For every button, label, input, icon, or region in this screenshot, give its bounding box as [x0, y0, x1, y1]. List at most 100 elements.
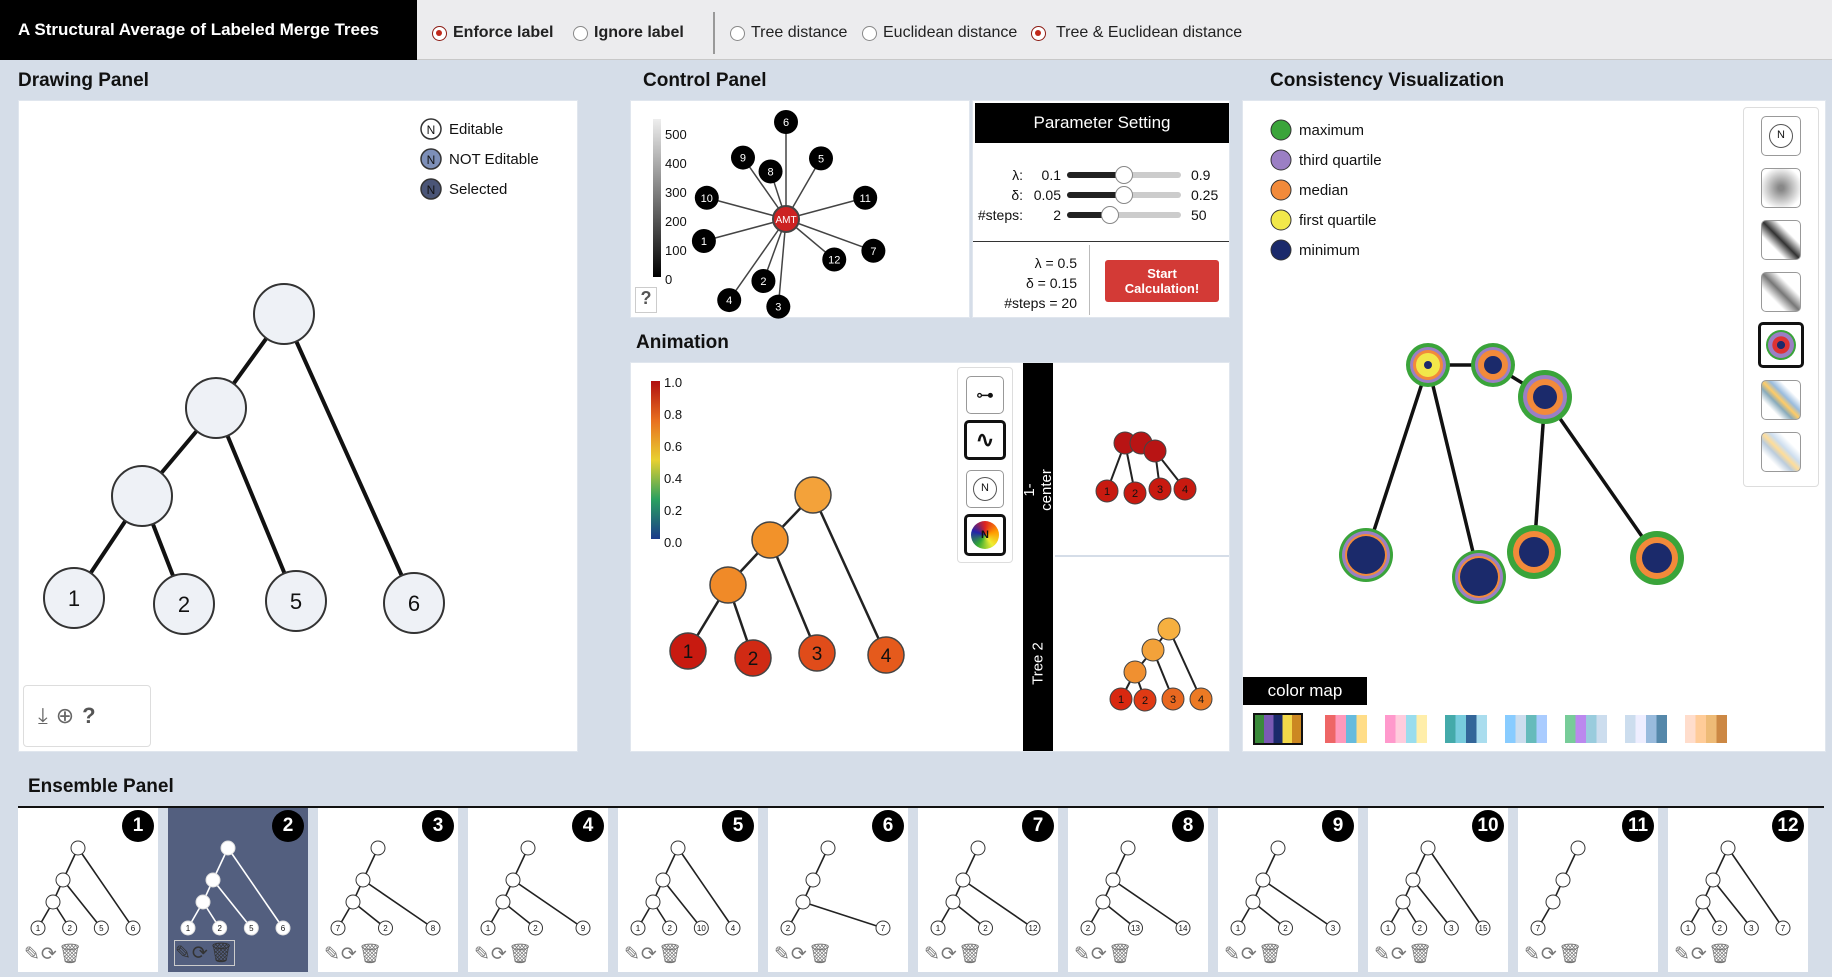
mini-node	[370, 840, 386, 856]
ensemble-card-tools[interactable]: ✎⟳🗑	[1674, 942, 1733, 966]
mini-node	[1705, 872, 1721, 888]
drawing-panel-title: Drawing Panel	[18, 70, 149, 91]
tree-euclidean-distance-radio[interactable]: Tree & Euclidean distance	[1031, 24, 1242, 42]
ensemble-card-tools[interactable]: ✎⟳🗑	[1374, 942, 1433, 966]
download-icon[interactable]: ⤓	[38, 703, 48, 729]
ensemble-card[interactable]: 6 2 7 ✎⟳🗑	[768, 808, 908, 972]
spoke-node-label: 3	[775, 302, 781, 314]
ensemble-card-tools[interactable]: ✎⟳🗑	[24, 942, 83, 966]
param-symbol: #steps:	[977, 207, 1023, 223]
drawing-canvas[interactable]: 1 2 5 6 N Editable N NOT Editable N Sele…	[19, 101, 579, 753]
ensemble-card[interactable]: 3 7 2 8 ✎⟳🗑	[318, 808, 458, 972]
colormap-option-2[interactable]	[1325, 715, 1367, 743]
mini-leaf-label: 15	[1479, 924, 1488, 933]
ensemble-card-tools[interactable]: ✎⟳🗑	[1224, 942, 1283, 966]
control-help-button[interactable]: ?	[635, 287, 657, 313]
ensemble-card-tools[interactable]: ✎⟳🗑	[174, 940, 235, 966]
ensemble-card[interactable]: 1 1 2 5 6 ✎⟳🗑	[18, 808, 158, 972]
tree-node[interactable]	[185, 377, 247, 439]
slider-knob[interactable]	[1100, 206, 1119, 224]
mini-leaf-label: 3	[1749, 924, 1754, 933]
colorbar-tick: 0.8	[664, 407, 682, 422]
diagonal-blue-icon[interactable]	[1761, 380, 1801, 420]
add-file-icon[interactable]: ⊕	[56, 703, 74, 729]
ensemble-card-tools[interactable]: ✎⟳🗑	[1524, 942, 1583, 966]
mini-leaf-label: 7	[1781, 924, 1786, 933]
tree-node[interactable]	[111, 465, 173, 527]
colormap-option-7[interactable]	[1625, 715, 1667, 743]
mini-leaf-label: 2	[1142, 695, 1148, 707]
colormap-option-4[interactable]	[1445, 715, 1487, 743]
parameter-setting-header: Parameter Setting	[975, 103, 1229, 143]
legend-label: Editable	[449, 121, 503, 138]
colorbar-tick: 0	[665, 272, 672, 287]
mini-node	[955, 872, 971, 888]
ensemble-card-tools[interactable]: ✎⟳🗑	[774, 942, 833, 966]
param-min: 0.1	[1041, 167, 1061, 183]
legend-label: NOT Editable	[449, 151, 539, 168]
mini-leaf-label: 2	[67, 924, 72, 933]
ensemble-card[interactable]: 11 7 ✎⟳🗑	[1518, 808, 1658, 972]
ensemble-card[interactable]: 5 1 2 10 4 ✎⟳🗑	[618, 808, 758, 972]
ensemble-card-tools[interactable]: ✎⟳🗑	[924, 942, 983, 966]
first-quartile-swatch	[1270, 209, 1292, 231]
diagonal-pastel-icon[interactable]	[1761, 432, 1801, 472]
colormap-option-3[interactable]	[1385, 715, 1427, 743]
radio-dot	[862, 25, 877, 41]
diagonal-dark-icon[interactable]	[1761, 220, 1801, 260]
ensemble-card-tools[interactable]: ✎⟳🗑	[474, 942, 533, 966]
concentric-rings-icon[interactable]	[1758, 322, 1804, 368]
colormap-option-8[interactable]	[1685, 715, 1727, 743]
lambda-slider[interactable]	[1067, 166, 1181, 184]
ensemble-card[interactable]: 4 1 2 9 ✎⟳🗑	[468, 808, 608, 972]
path-icon[interactable]: ⊶	[966, 376, 1004, 414]
slider-knob[interactable]	[1115, 186, 1133, 204]
spoke-node-label: 4	[726, 295, 732, 307]
steps-slider[interactable]	[1067, 206, 1181, 224]
mini-leaf-label: 1	[1118, 694, 1124, 706]
mini-tree: 1 2 9	[480, 840, 591, 936]
rainbow-label-icon[interactable]: N	[964, 514, 1006, 556]
enforce-label-radio[interactable]: Enforce label	[432, 24, 553, 42]
help-icon[interactable]: ?	[82, 703, 95, 729]
curve-icon[interactable]: ∿	[964, 420, 1006, 460]
ensemble-card[interactable]: 1 2 1 2 3 7 ✎⟳🗑	[1668, 808, 1808, 972]
tree-distance-radio[interactable]: Tree distance	[730, 24, 847, 42]
mini-edge	[1262, 879, 1334, 929]
ensemble-card-tools[interactable]: ✎⟳🗑	[324, 942, 383, 966]
consistency-panel: maximum third quartile median first quar…	[1242, 100, 1826, 752]
spoke-node-label: 8	[767, 166, 773, 178]
ensemble-card-tools[interactable]: ✎⟳🗑	[624, 942, 683, 966]
label-icon[interactable]: N	[966, 470, 1004, 508]
ensemble-card[interactable]: 10 1 2 3 15 ✎⟳🗑	[1368, 808, 1508, 972]
euclidean-distance-radio[interactable]: Euclidean distance	[862, 24, 1017, 42]
amt-radial-view[interactable]: 500 400 300 200 100 0 1 2 3 4 5 6 7 8 9 10 11 12 AM…	[630, 100, 970, 319]
spoke-node-label: 9	[740, 153, 746, 165]
ensemble-card[interactable]: 8 2 13 14 ✎⟳🗑	[1068, 808, 1208, 972]
radio-dot	[432, 25, 447, 41]
ensemble-card[interactable]: 2 1 2 5 6 ✎⟳🗑	[168, 808, 308, 972]
ensemble-card-tools[interactable]: ✎⟳🗑	[1074, 942, 1133, 966]
colormap-option-5[interactable]	[1505, 715, 1547, 743]
mini-tree: 1 2 3	[1230, 840, 1341, 936]
diagonal-light-icon[interactable]	[1761, 272, 1801, 312]
tree-node[interactable]	[253, 283, 315, 345]
consistency-leaf-4	[1630, 531, 1684, 585]
drawing-panel[interactable]: 1 2 5 6 N Editable N NOT Editable N Sele…	[18, 100, 578, 752]
third-quartile-swatch	[1270, 149, 1292, 171]
colorbar-tick: 200	[665, 214, 687, 229]
mini-node	[495, 894, 511, 910]
ignore-label-radio[interactable]: Ignore label	[573, 24, 684, 42]
colormap-option-6[interactable]	[1565, 715, 1607, 743]
start-calculation-button[interactable]: Start Calculation!	[1105, 260, 1219, 302]
ensemble-card[interactable]: 9 1 2 3 ✎⟳🗑	[1218, 808, 1358, 972]
colormap-option-1[interactable]	[1253, 713, 1303, 745]
toolbar-divider	[713, 12, 715, 54]
delta-slider[interactable]	[1067, 186, 1181, 204]
slider-knob[interactable]	[1115, 166, 1133, 184]
ensemble-card[interactable]: 7 1 2 12 ✎⟳🗑	[918, 808, 1058, 972]
mini-node	[1695, 894, 1711, 910]
radial-gradient-icon[interactable]	[1761, 168, 1801, 208]
mini-leaf-label: 3	[1331, 924, 1336, 933]
label-node-icon[interactable]: N	[1761, 116, 1801, 156]
